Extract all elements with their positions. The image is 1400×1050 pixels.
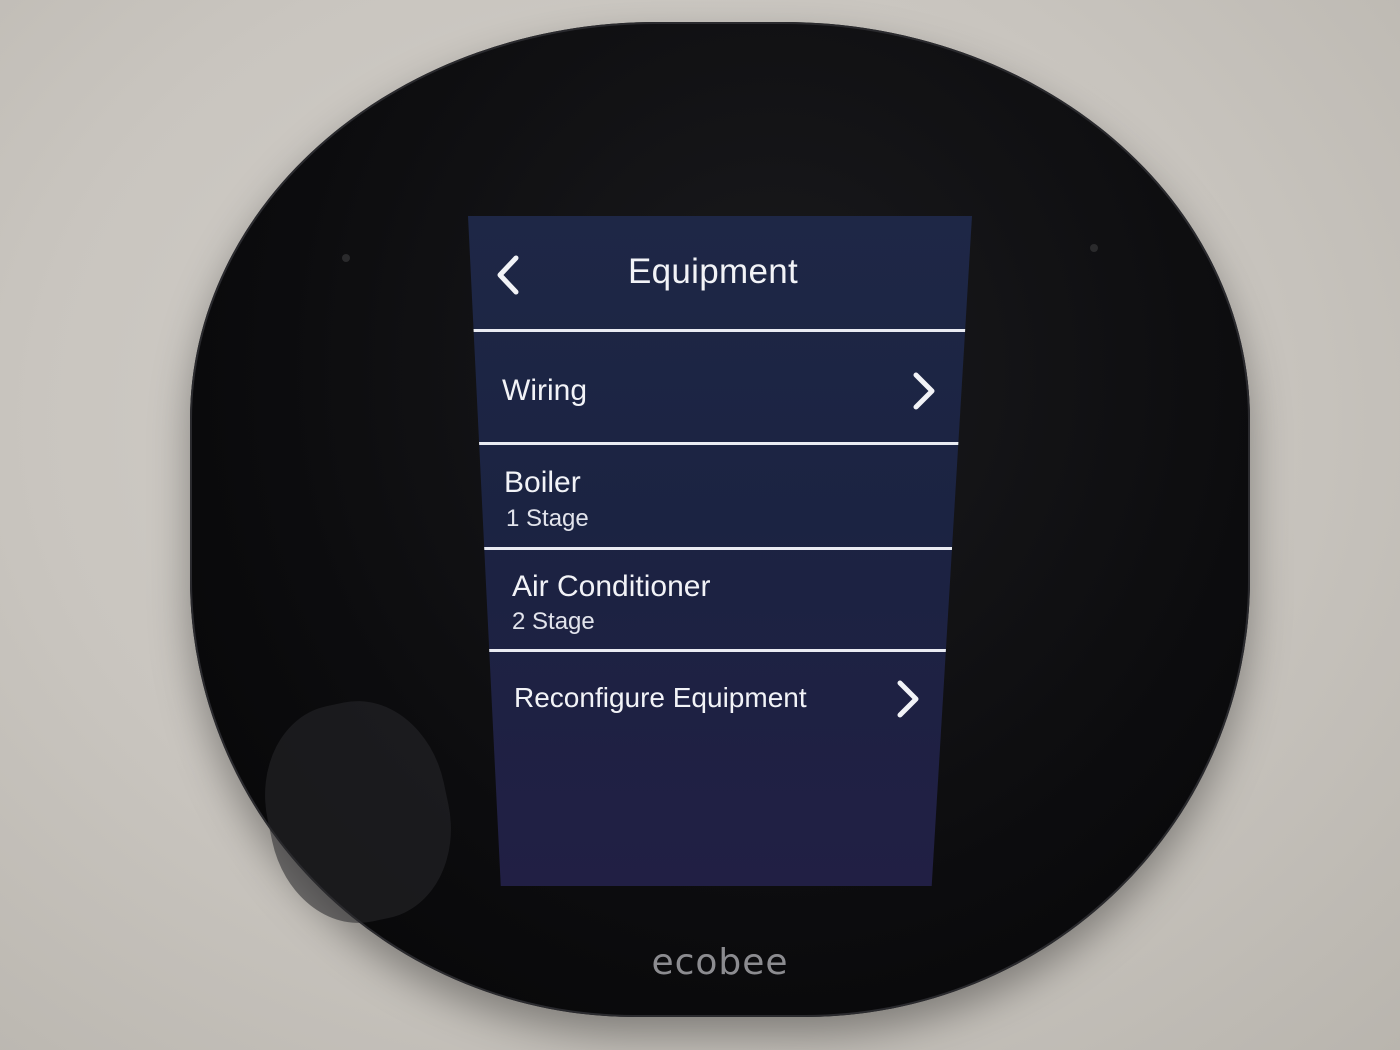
menu-item-value: 1 Stage xyxy=(506,505,589,532)
bezel-reflection xyxy=(247,685,469,939)
menu-item-label: Air Conditioner xyxy=(512,570,711,603)
menu-item-value: 2 Stage xyxy=(512,608,595,635)
menu-item-air-conditioner[interactable]: Air Conditioner 2 Stage xyxy=(468,550,972,650)
back-button[interactable] xyxy=(490,252,530,298)
chevron-right-icon xyxy=(897,680,919,718)
brand-logo: ecobee xyxy=(651,942,789,983)
sensor-dot-left xyxy=(342,254,350,262)
menu-item-label: Reconfigure Equipment xyxy=(514,682,807,713)
menu-item-reconfigure-equipment[interactable]: Reconfigure Equipment xyxy=(468,652,972,752)
menu-item-label: Wiring xyxy=(502,374,588,407)
screen-header: Equipment xyxy=(468,216,972,331)
menu-item-label: Boiler xyxy=(504,466,581,499)
menu-item-wiring[interactable]: Wiring xyxy=(468,332,972,444)
sensor-dot-right xyxy=(1090,244,1098,252)
chevron-left-icon xyxy=(497,255,519,295)
page-title: Equipment xyxy=(628,252,799,291)
chevron-right-icon xyxy=(913,372,935,410)
touch-screen: Equipment Wiring Boiler 1 Stage Air Cond… xyxy=(468,216,972,886)
menu-item-boiler[interactable]: Boiler 1 Stage xyxy=(468,445,972,549)
